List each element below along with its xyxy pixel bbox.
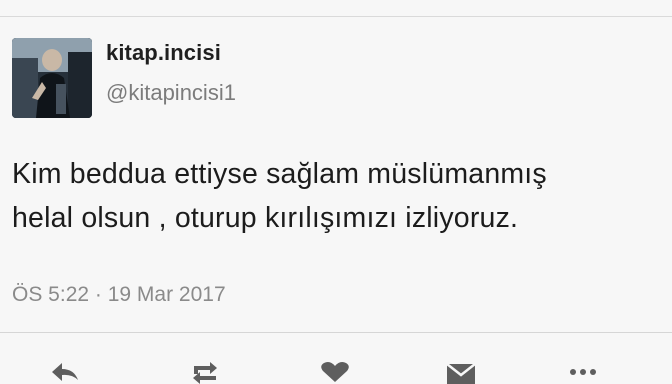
- retweet-icon: [193, 362, 217, 384]
- user-handle[interactable]: @kitapincisi1: [106, 80, 236, 106]
- tweet-timestamp[interactable]: ÖS 5:22 · 19 Mar 2017: [12, 282, 226, 308]
- bottom-divider: [0, 332, 672, 333]
- tweet-text-line: Kim beddua ettiyse sağlam müslümanmış: [12, 158, 547, 190]
- like-button[interactable]: [318, 360, 352, 384]
- reply-icon: [52, 363, 78, 381]
- direct-message-icon: [446, 363, 476, 384]
- reply-button[interactable]: [48, 360, 82, 384]
- tweet-text-line: helal olsun , oturup kırılışımızı izliyo…: [12, 202, 519, 234]
- display-name[interactable]: kitap.incisi: [106, 40, 236, 66]
- like-icon: [321, 362, 349, 382]
- more-icon: [570, 369, 596, 375]
- more-options-button[interactable]: [566, 360, 600, 384]
- profile-photo-icon: [12, 38, 92, 118]
- avatar[interactable]: [12, 38, 92, 118]
- retweet-button[interactable]: [188, 360, 222, 384]
- direct-message-button[interactable]: [444, 360, 478, 384]
- tweet-card: kitap.incisi @kitapincisi1 Kim beddua et…: [0, 0, 672, 384]
- tweet-actions-bar: [0, 360, 672, 384]
- tweet-text: Kim beddua ettiyse sağlam müslümanmış he…: [12, 152, 662, 240]
